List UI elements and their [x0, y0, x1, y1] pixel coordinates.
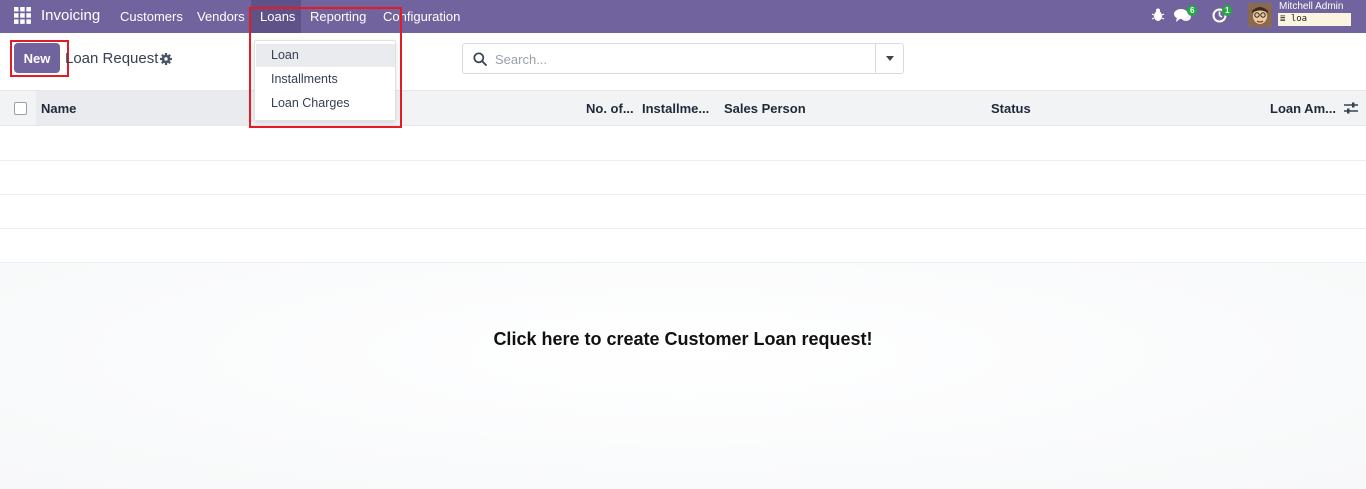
- search-input[interactable]: [495, 49, 875, 69]
- list-header: Name No. of... Installme... Sales Person…: [0, 90, 1366, 126]
- search-box: [462, 43, 904, 74]
- breadcrumb: Loan Request: [65, 50, 159, 67]
- empty-row-divider: [0, 160, 1366, 161]
- empty-row-divider: [0, 194, 1366, 195]
- app-brand[interactable]: Invoicing: [41, 7, 100, 24]
- empty-state-message[interactable]: Click here to create Customer Loan reque…: [0, 329, 1366, 350]
- activities-badge: 1: [1222, 5, 1233, 16]
- search-icon: [473, 52, 487, 66]
- menu-customers[interactable]: Customers: [120, 9, 183, 24]
- column-loan-amount[interactable]: Loan Am...: [1270, 101, 1336, 116]
- gear-icon[interactable]: [160, 53, 172, 65]
- user-name[interactable]: Mitchell Admin: [1279, 1, 1343, 12]
- optional-columns-icon[interactable]: [1344, 101, 1358, 115]
- loans-dropdown-menu: Loan Installments Loan Charges: [254, 40, 396, 121]
- new-button[interactable]: New: [14, 43, 60, 73]
- user-avatar[interactable]: [1248, 3, 1272, 27]
- dropdown-item-loan[interactable]: Loan: [256, 44, 395, 67]
- bug-icon[interactable]: [1151, 8, 1165, 22]
- menu-loans[interactable]: Loans: [260, 9, 295, 24]
- menu-vendors[interactable]: Vendors: [197, 9, 245, 24]
- column-name[interactable]: Name: [41, 101, 76, 116]
- column-sales-person[interactable]: Sales Person: [724, 101, 806, 116]
- messages-badge: 6: [1187, 5, 1198, 16]
- chevron-down-icon: [886, 56, 894, 61]
- database-chip: ≣ loa: [1278, 13, 1351, 26]
- search-options-toggle[interactable]: [875, 44, 903, 73]
- menu-reporting[interactable]: Reporting: [310, 9, 366, 24]
- apps-grid-icon[interactable]: [14, 7, 31, 24]
- empty-state-area: [0, 263, 1366, 489]
- empty-row-divider: [0, 228, 1366, 229]
- database-icon: ≣: [1280, 14, 1286, 24]
- top-navbar: Invoicing Customers Vendors Loans Report…: [0, 0, 1366, 33]
- column-installment[interactable]: Installme...: [642, 101, 709, 116]
- menu-configuration[interactable]: Configuration: [383, 9, 460, 24]
- database-name: loa: [1290, 14, 1308, 24]
- column-status[interactable]: Status: [991, 101, 1031, 116]
- dropdown-item-loan-charges[interactable]: Loan Charges: [256, 92, 395, 115]
- dropdown-item-installments[interactable]: Installments: [256, 68, 395, 91]
- column-no-of-installments[interactable]: No. of...: [586, 101, 634, 116]
- select-all-checkbox[interactable]: [14, 102, 27, 115]
